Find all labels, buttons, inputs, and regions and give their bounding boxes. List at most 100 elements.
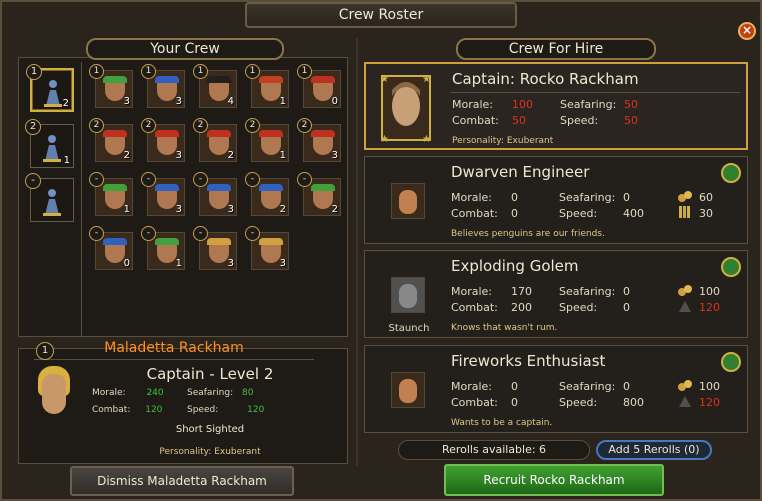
crew-member[interactable]: -1 xyxy=(141,226,185,270)
cost-coins: 100 xyxy=(699,285,720,298)
crew-member[interactable]: 22 xyxy=(193,118,237,162)
crew-member[interactable]: -0 xyxy=(89,226,133,270)
svg-text:★: ★ xyxy=(422,74,431,85)
selected-crew-portrait xyxy=(34,366,74,424)
crew-level-badge: 1 xyxy=(141,64,156,79)
add-rerolls-button[interactable]: Add 5 Rerolls (0) xyxy=(596,440,712,460)
window-title: Crew Roster xyxy=(245,2,517,28)
crew-member[interactable]: -3 xyxy=(193,172,237,216)
crew-member[interactable]: 23 xyxy=(297,118,341,162)
value-seafaring: 0 xyxy=(623,191,630,204)
cost-ore: 120 xyxy=(699,396,720,409)
label-seafaring: Seafaring: xyxy=(559,191,616,204)
hire-card-fireworks-enthusiast[interactable]: Fireworks Enthusiast Morale: 0 Seafaring… xyxy=(364,345,748,433)
label-seafaring: Seafaring: xyxy=(559,380,616,393)
crew-level-badge: - xyxy=(193,226,208,241)
divider xyxy=(450,92,740,93)
crew-figure-icon xyxy=(43,135,61,162)
crew-count: 1 xyxy=(279,150,286,161)
slot-count: 2 xyxy=(62,98,69,109)
value-speed: 0 xyxy=(623,301,630,314)
svg-text:★: ★ xyxy=(380,134,389,144)
crew-count: 3 xyxy=(331,150,338,161)
crew-member[interactable]: -3 xyxy=(193,226,237,270)
hire-trait: Staunch xyxy=(388,323,430,334)
crew-level-badge: 2 xyxy=(141,118,156,133)
value-morale: 170 xyxy=(511,285,532,298)
recruit-button[interactable]: Recruit Rocko Rackham xyxy=(444,464,664,496)
rerolls-available: Rerolls available: 6 xyxy=(398,440,590,460)
ore-icon xyxy=(679,396,691,407)
stat-combat: Combat: 120 xyxy=(92,405,163,415)
slot-count: 1 xyxy=(63,155,70,166)
hire-description: Believes penguins are our friends. xyxy=(451,229,605,239)
cost-coins: 60 xyxy=(699,191,713,204)
coins-icon xyxy=(678,285,692,296)
label-morale: Morale: xyxy=(451,285,493,298)
stat-seafaring: Seafaring: 80 xyxy=(187,388,254,398)
captain-portrait: ★ ★ ★ ★ xyxy=(380,74,431,144)
dismiss-button[interactable]: Dismiss Maladetta Rackham xyxy=(70,466,294,496)
coins-icon xyxy=(678,191,692,202)
crew-member[interactable]: -2 xyxy=(245,172,289,216)
slot-badge: - xyxy=(25,173,41,189)
hire-card-captain[interactable]: ★ ★ ★ ★ Captain: Rocko Rackham Morale: 1… xyxy=(364,62,748,150)
ore-icon xyxy=(679,301,691,312)
stat-morale: Morale: 240 xyxy=(92,388,164,398)
value-morale: 0 xyxy=(511,380,518,393)
reroll-icon[interactable] xyxy=(721,352,741,372)
value-combat: 0 xyxy=(511,396,518,409)
label-combat: Combat: xyxy=(451,301,498,314)
crew-member[interactable]: -1 xyxy=(89,172,133,216)
crew-count: 3 xyxy=(175,96,182,107)
crew-member[interactable]: 13 xyxy=(89,64,133,108)
label-speed: Speed: xyxy=(560,114,599,127)
crew-level-badge: - xyxy=(245,172,260,187)
crew-count: 2 xyxy=(227,150,234,161)
reroll-icon[interactable] xyxy=(721,163,741,183)
slot-unassigned[interactable]: - xyxy=(25,173,74,222)
crew-level-badge: 2 xyxy=(89,118,104,133)
crew-level-badge: - xyxy=(89,226,104,241)
crew-member[interactable]: 10 xyxy=(297,64,341,108)
cost-ore: 120 xyxy=(699,301,720,314)
label-combat: Combat: xyxy=(452,114,499,127)
crew-member[interactable]: 11 xyxy=(245,64,289,108)
label-morale: Morale: xyxy=(451,191,493,204)
crew-member[interactable]: 21 xyxy=(245,118,289,162)
crew-member[interactable]: 23 xyxy=(141,118,185,162)
crew-count: 3 xyxy=(175,204,182,215)
slot-level-2[interactable]: 2 1 xyxy=(25,119,74,168)
label-seafaring: Seafaring: xyxy=(560,98,617,111)
crew-level-badge: 1 xyxy=(297,64,312,79)
crew-member[interactable]: -3 xyxy=(245,226,289,270)
crew-member[interactable]: 14 xyxy=(193,64,237,108)
hire-name: Exploding Golem xyxy=(451,257,579,275)
crew-level-badge: 2 xyxy=(297,118,312,133)
value-speed: 800 xyxy=(623,396,644,409)
close-icon[interactable]: × xyxy=(738,22,756,40)
hire-name: Fireworks Enthusiast xyxy=(451,352,606,370)
hire-card-dwarven-engineer[interactable]: Dwarven Engineer Morale: 0 Seafaring: 0 … xyxy=(364,156,748,244)
value-seafaring: 0 xyxy=(623,285,630,298)
crew-for-hire-header: Crew For Hire xyxy=(456,38,656,60)
panel-divider xyxy=(356,38,358,466)
slot-captain[interactable]: 1 2 xyxy=(26,64,74,112)
crew-level-badge: - xyxy=(193,172,208,187)
selected-crew-level-badge: 1 xyxy=(36,342,54,360)
label-speed: Speed: xyxy=(559,207,598,220)
slot-badge: 2 xyxy=(25,119,41,135)
crew-member[interactable]: -3 xyxy=(141,172,185,216)
crew-count: 2 xyxy=(123,150,130,161)
crew-member[interactable]: 22 xyxy=(89,118,133,162)
crew-count: 2 xyxy=(331,204,338,215)
crew-member[interactable]: 13 xyxy=(141,64,185,108)
crew-member[interactable]: -2 xyxy=(297,172,341,216)
reroll-icon[interactable] xyxy=(721,257,741,277)
hire-card-exploding-golem[interactable]: Staunch Exploding Golem Morale: 170 Seaf… xyxy=(364,250,748,338)
value-speed: 50 xyxy=(624,114,638,127)
hire-name: Dwarven Engineer xyxy=(451,163,590,181)
crew-count: 0 xyxy=(123,258,130,269)
crew-level-badge: 1 xyxy=(193,64,208,79)
crew-count: 2 xyxy=(279,204,286,215)
